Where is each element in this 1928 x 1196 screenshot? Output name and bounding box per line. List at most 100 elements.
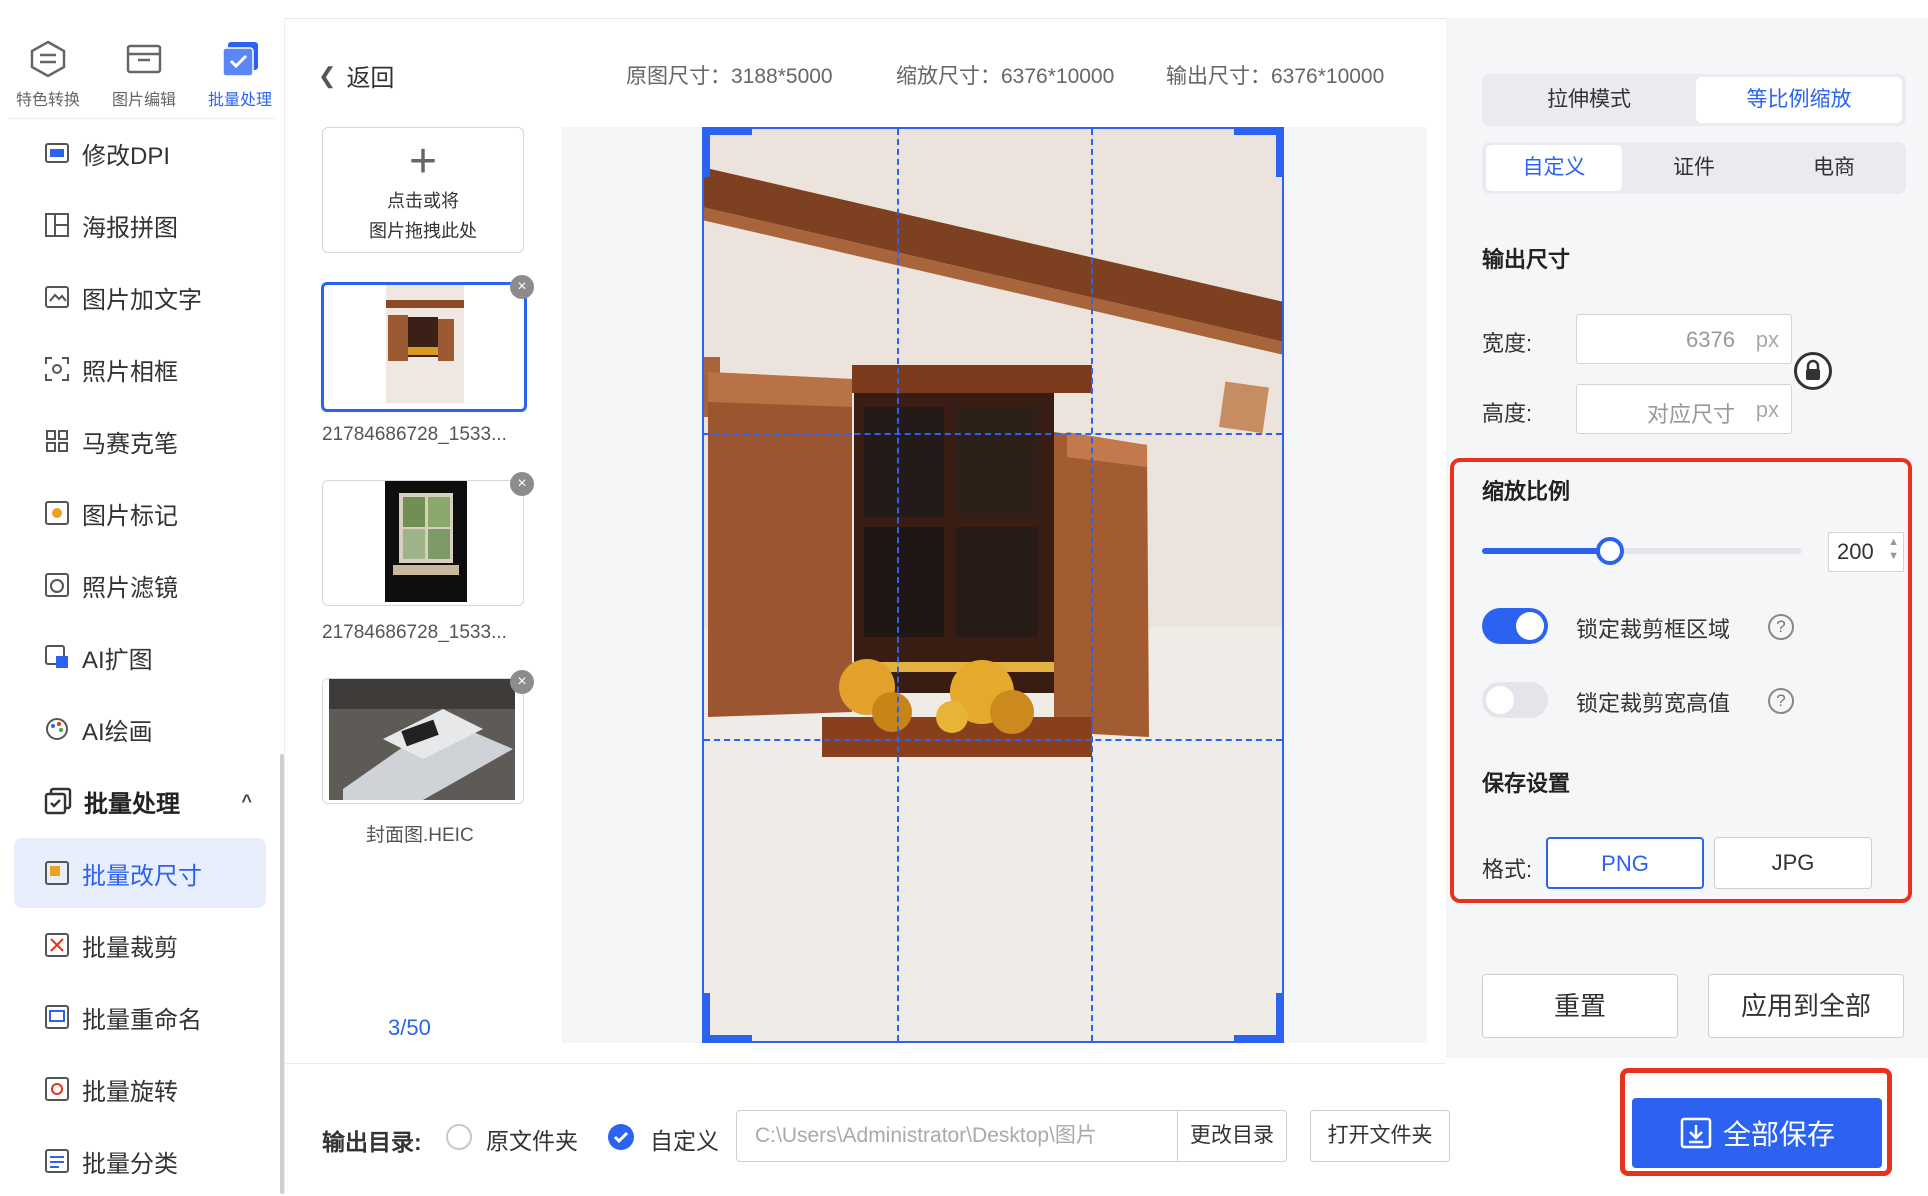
radio-custom-folder[interactable] (608, 1124, 634, 1150)
thumbnail[interactable] (321, 282, 527, 412)
thumbnail-image (386, 285, 464, 403)
tab-proportional-scale[interactable]: 等比例缩放 (1696, 77, 1902, 123)
sidebar-item-filter[interactable]: 照片滤镜 (14, 550, 266, 620)
height-label: 高度: (1482, 401, 1533, 426)
format-png-button[interactable]: PNG (1546, 837, 1704, 889)
grid-line (1091, 129, 1093, 1041)
sidebar-item-label: 照片相框 (82, 358, 178, 386)
reset-button[interactable]: 重置 (1482, 974, 1678, 1038)
upload-dropzone[interactable]: + 点击或将 图片拖拽此处 (322, 127, 524, 253)
tab-custom[interactable]: 自定义 (1486, 145, 1622, 191)
lock-crop-area-toggle[interactable] (1482, 608, 1548, 644)
remove-thumbnail-icon[interactable]: × (510, 670, 534, 694)
sidebar-item-label: 图片标记 (82, 502, 178, 530)
height-input[interactable]: 对应尺寸 px (1576, 384, 1792, 434)
grid-line (897, 129, 899, 1041)
lock-icon (1806, 359, 1820, 380)
sidebar-item-collage[interactable]: 海报拼图 (14, 190, 266, 260)
help-icon[interactable]: ? (1768, 688, 1794, 714)
chevron-left-icon: ❮ (318, 62, 337, 88)
crop-handle-bottom-left[interactable] (704, 993, 752, 1041)
stepper-arrows-icon[interactable]: ▲ ▼ (1888, 535, 1899, 563)
sidebar-item-batch-classify[interactable]: 批量分类 (14, 1126, 266, 1196)
tab-stretch-mode[interactable]: 拉伸模式 (1486, 77, 1692, 123)
help-icon[interactable]: ? (1768, 614, 1794, 640)
plus-icon: + (408, 135, 438, 188)
sidebar-item-batch-rotate[interactable]: 批量旋转 (14, 1054, 266, 1124)
filter-icon (45, 573, 69, 597)
sidebar-item-mosaic[interactable]: 马赛克笔 (14, 406, 266, 476)
top-tab-label: 特色转换 (15, 92, 80, 109)
top-tab-image-edit[interactable]: 图片编辑 (98, 40, 190, 110)
sidebar-item-mark[interactable]: 图片标记 (14, 478, 266, 548)
frame-icon (45, 357, 69, 381)
thumbnail[interactable] (322, 678, 524, 804)
sidebar-item-label: AI扩图 (82, 646, 153, 674)
sidebar-item-dpi[interactable]: 修改DPI (14, 118, 266, 188)
sidebar-item-label: 批量分类 (82, 1150, 178, 1178)
output-size: 输出尺寸：6376*10000 (1166, 65, 1385, 88)
save-settings-title: 保存设置 (1482, 771, 1571, 796)
radio-original-folder[interactable] (446, 1124, 472, 1150)
grid-line (704, 739, 1282, 741)
sidebar-item-ai-expand[interactable]: AI扩图 (14, 622, 266, 692)
preview-photo[interactable] (702, 127, 1284, 1043)
lock-crop-wh-toggle[interactable] (1482, 682, 1548, 718)
photo-image (704, 129, 1282, 1041)
sidebar-item-batch-resize[interactable]: 批量改尺寸 (14, 838, 266, 908)
original-size: 原图尺寸：3188*5000 (626, 65, 833, 88)
grid-line (704, 433, 1282, 435)
download-icon (1680, 1117, 1712, 1149)
sidebar-item-batch-rename[interactable]: 批量重命名 (14, 982, 266, 1052)
upload-line2: 图片拖拽此处 (369, 221, 477, 241)
thumbnail-image (385, 481, 467, 602)
remove-thumbnail-icon[interactable]: × (510, 472, 534, 496)
thumbnail-name: 21784686728_1533... (322, 424, 507, 445)
sidebar-item-add-text[interactable]: 图片加文字 (14, 262, 266, 332)
tab-id-photo[interactable]: 证件 (1626, 145, 1762, 191)
chevron-up-icon[interactable]: ^ (241, 791, 252, 812)
sidebar-item-label: 海报拼图 (82, 214, 178, 242)
mark-icon (45, 501, 69, 525)
top-tab-label: 批量处理 (207, 92, 272, 109)
lock-crop-wh-label: 锁定裁剪宽高值 (1576, 691, 1731, 716)
sidebar-item-label: 图片加文字 (82, 286, 202, 314)
thumbnail-name: 封面图.HEIC (366, 825, 474, 846)
width-value: 6376 (1686, 327, 1735, 352)
output-dir-label: 输出目录: (322, 1129, 422, 1155)
tab-ecommerce[interactable]: 电商 (1766, 145, 1902, 191)
window-top-strip (0, 0, 1928, 19)
scale-slider-handle[interactable] (1596, 537, 1624, 565)
sidebar-item-frame[interactable]: 照片相框 (14, 334, 266, 404)
image-edit-icon (126, 44, 162, 74)
save-all-label: 全部保存 (1722, 1119, 1835, 1150)
add-text-icon (45, 286, 69, 308)
crop-handle-bottom-right[interactable] (1234, 993, 1282, 1041)
remove-thumbnail-icon[interactable]: × (510, 275, 534, 299)
crop-handle-top-left[interactable] (704, 129, 752, 177)
scale-number-input[interactable]: 200 ▲ ▼ (1828, 532, 1904, 572)
sidebar-item-batch-crop[interactable]: 批量裁剪 (14, 910, 266, 980)
output-path-input[interactable]: C:\Users\Administrator\Desktop\图片 (736, 1110, 1178, 1162)
top-tab-feature-convert[interactable]: 特色转换 (2, 40, 94, 110)
thumbnail[interactable] (322, 480, 524, 606)
sidebar-scrollbar[interactable] (280, 754, 284, 1194)
top-tab-batch[interactable]: 批量处理 (194, 40, 286, 110)
format-jpg-button[interactable]: JPG (1714, 837, 1872, 889)
change-dir-button[interactable]: 更改目录 (1177, 1110, 1287, 1162)
sidebar-item-ai-paint[interactable]: AI绘画 (14, 694, 266, 764)
apply-all-button[interactable]: 应用到全部 (1708, 974, 1904, 1038)
back-button[interactable]: ❮ 返回 (318, 58, 394, 93)
width-input[interactable]: 6376 px (1576, 314, 1792, 364)
height-unit: px (1755, 397, 1779, 422)
aspect-lock-icon[interactable] (1794, 352, 1832, 390)
sidebar-item-label: 照片滤镜 (82, 574, 178, 602)
crop-handle-top-right[interactable] (1234, 129, 1282, 177)
sidebar-group-label: 批量处理 (84, 790, 180, 818)
sidebar-group-batch[interactable]: 批量处理 ^ (14, 766, 266, 836)
sidebar-item-label: 修改DPI (82, 142, 171, 170)
open-folder-button[interactable]: 打开文件夹 (1310, 1110, 1450, 1162)
ai-expand-icon (45, 645, 68, 668)
scale-slider-fill (1482, 548, 1610, 554)
save-all-button[interactable]: 全部保存 (1632, 1098, 1882, 1168)
